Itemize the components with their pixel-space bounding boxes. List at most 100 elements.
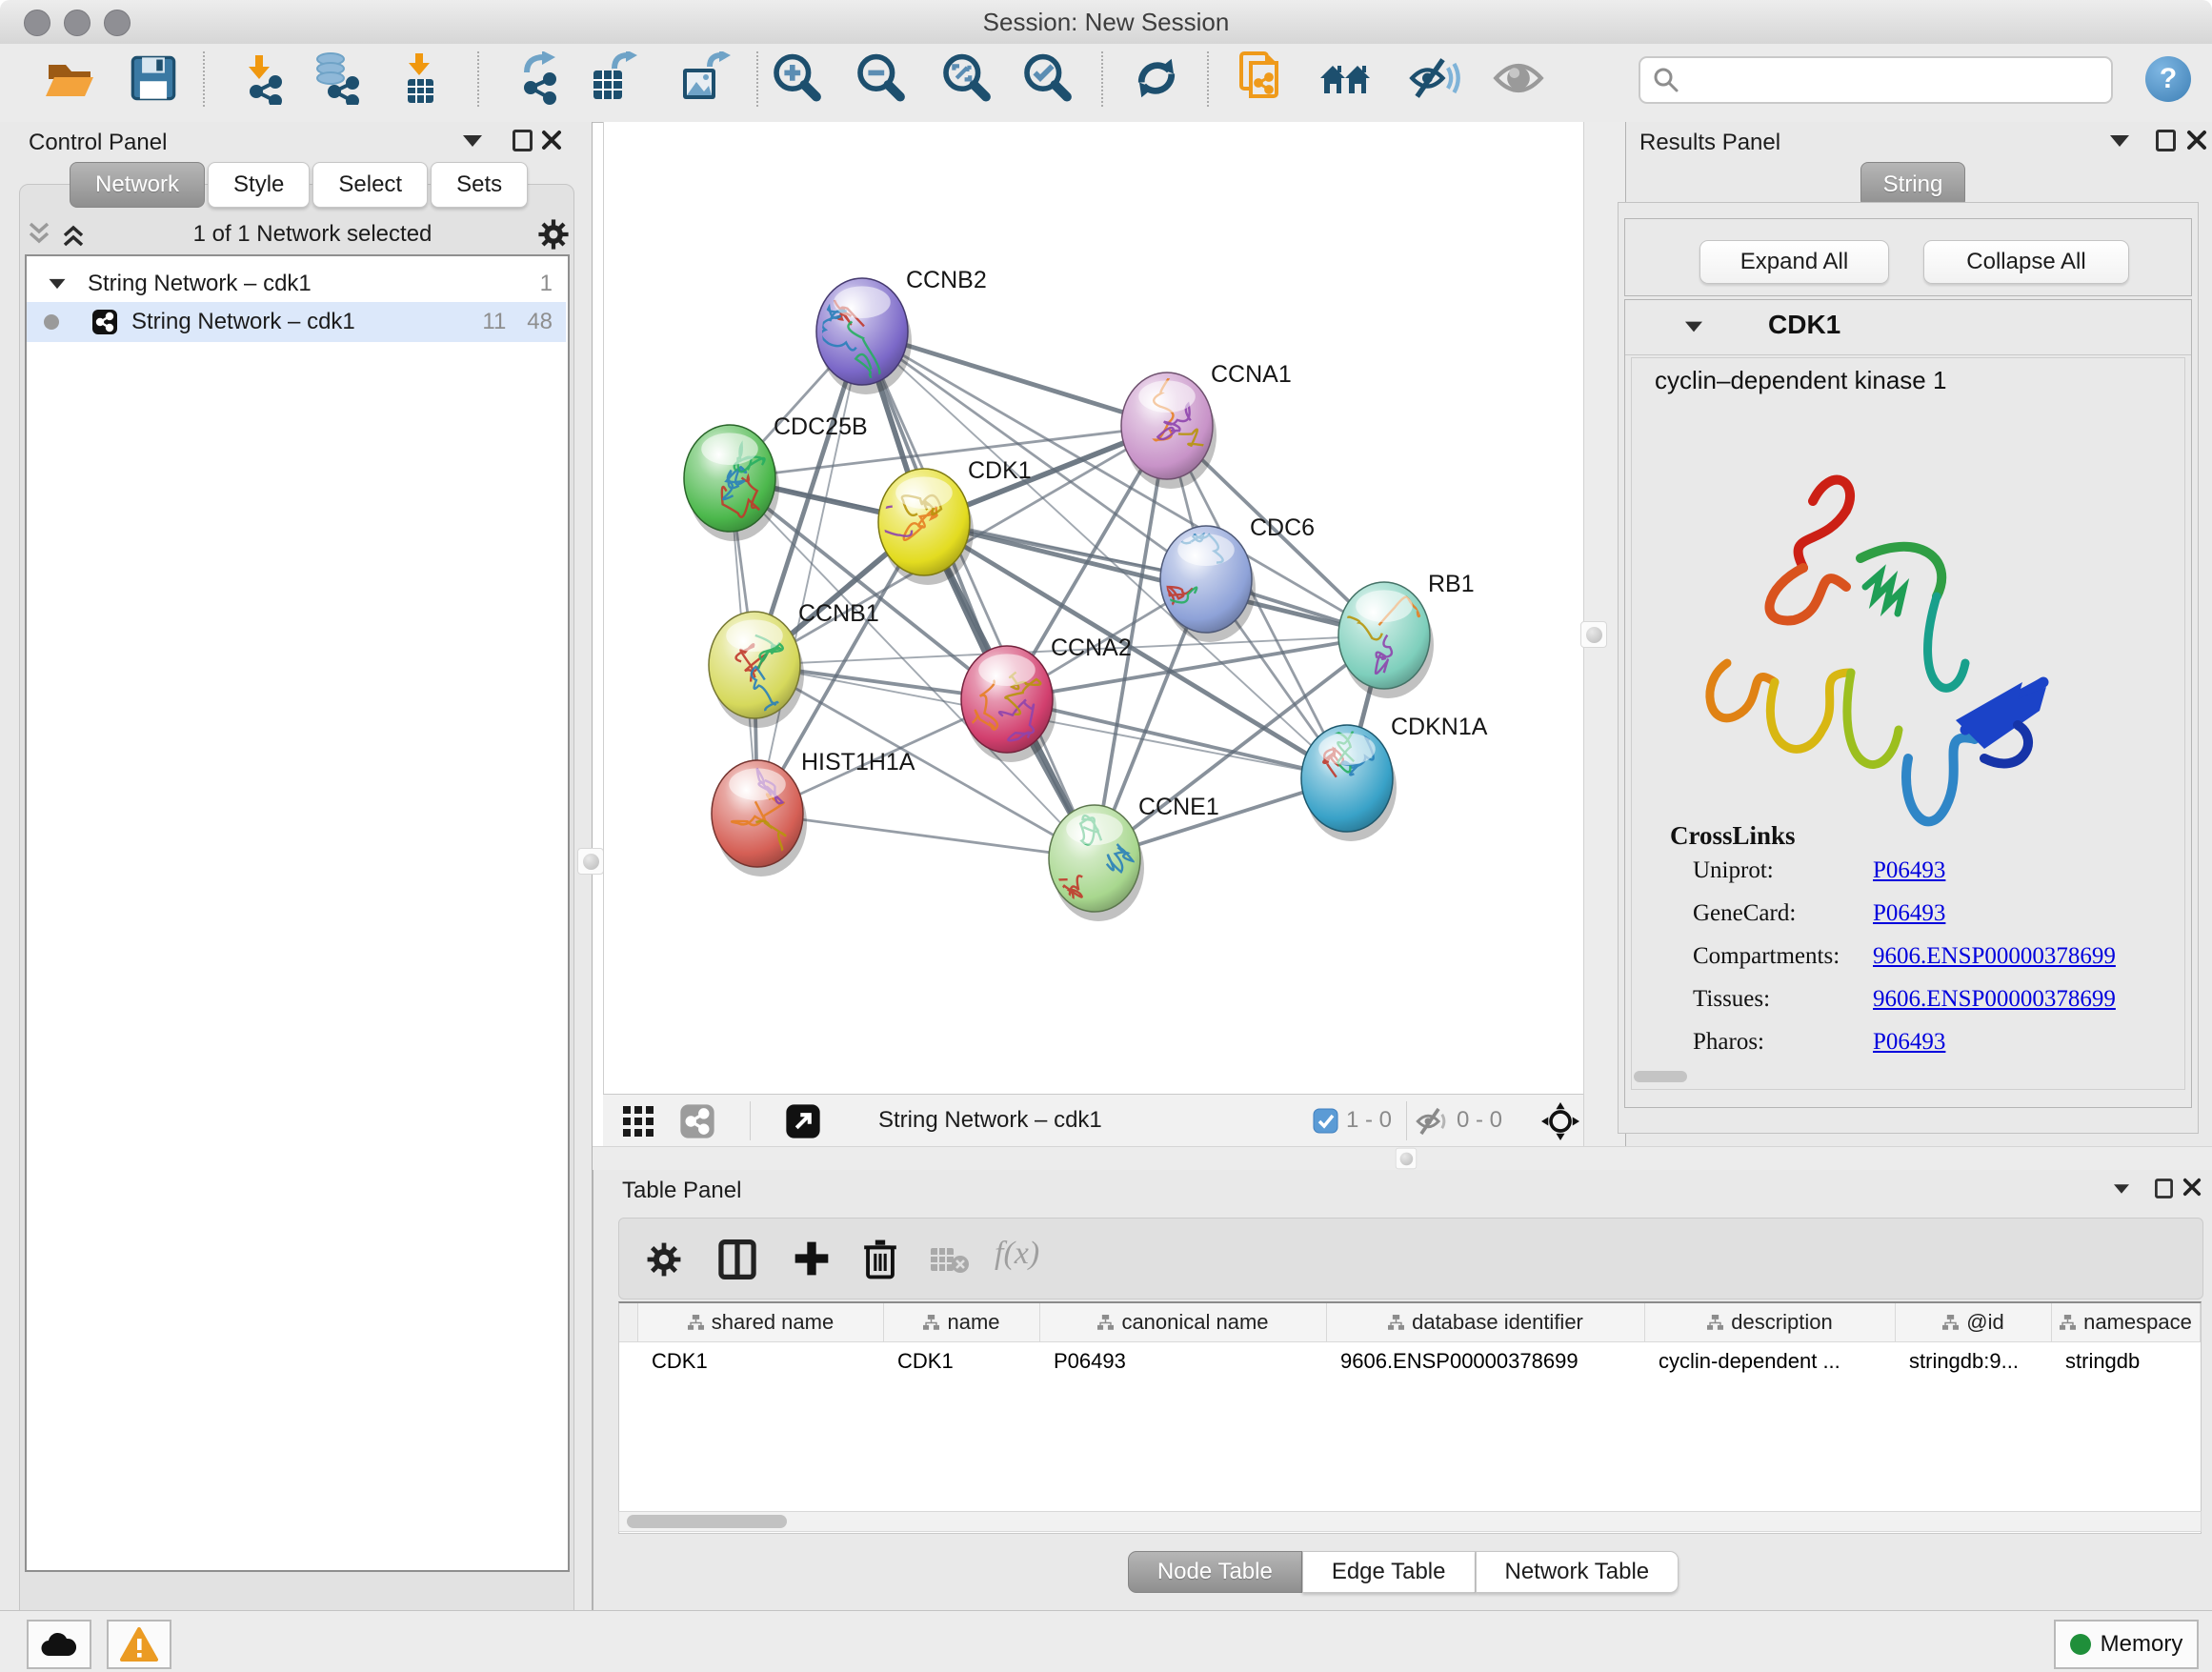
table-hscrollbar[interactable] [618,1511,2202,1532]
add-icon[interactable] [793,1239,831,1278]
panel-close-icon[interactable] [541,130,562,151]
tab-select[interactable]: Select [312,162,428,208]
column-header-shared-name[interactable]: shared name [638,1303,884,1341]
open-in-window-icon[interactable] [785,1103,821,1139]
column-header-canonical-name[interactable]: canonical name [1040,1303,1327,1341]
panel-menu-icon[interactable] [2110,135,2129,147]
tab-string[interactable]: String [1860,162,1965,208]
hide-selected-button[interactable] [1408,49,1463,108]
open-session-button[interactable] [42,49,97,108]
network-node-CDC6[interactable] [1148,526,1256,642]
network-edge[interactable] [924,522,1384,635]
memory-button[interactable]: Memory [2054,1620,2199,1669]
warnings-button[interactable] [107,1620,171,1669]
table-cell[interactable]: stringdb:9... [1896,1341,2052,1381]
column-header--id[interactable]: @id [1896,1303,2052,1341]
string-view-icon[interactable] [679,1103,715,1139]
network-row-selected[interactable]: String Network – cdk1 11 48 [27,302,566,342]
panel-menu-icon[interactable] [2114,1184,2129,1194]
trash-icon[interactable] [861,1238,899,1279]
network-node-CDC25B[interactable] [684,425,779,541]
bottom-splitter-handle[interactable] [1396,1148,1417,1169]
network-node-CCNA2[interactable] [961,646,1056,762]
network-node-CCNB2[interactable] [816,278,912,394]
table-cell[interactable]: P06493 [1040,1341,1327,1381]
panel-menu-icon[interactable] [463,135,482,147]
import-table-button[interactable] [393,49,449,108]
main-toolbar: ? [0,44,2212,123]
network-edge[interactable] [757,814,1095,858]
expand-all-button[interactable]: Expand All [1699,240,1889,284]
network-node-CCNB1[interactable] [709,612,804,728]
right-splitter-handle[interactable] [1580,621,1607,648]
clone-network-button[interactable] [1237,49,1292,108]
crosslink-uniprot-link[interactable]: P06493 [1873,857,1945,884]
network-node-RB1[interactable] [1317,582,1442,698]
collapse-all-icon[interactable] [25,220,53,249]
zoom-selected-button[interactable] [1019,49,1075,108]
network-edge[interactable] [862,332,1095,858]
gene-collapse-icon[interactable] [1685,322,1702,332]
tab-network[interactable]: Network [70,162,205,208]
gear-icon[interactable] [537,218,570,251]
zoom-fit-button[interactable] [938,49,994,108]
network-node-HIST1H1A[interactable] [712,760,807,881]
import-network-database-button[interactable] [309,49,364,108]
panel-float-icon[interactable] [2156,130,2176,151]
first-neighbors-button[interactable] [1318,49,1374,108]
node-table[interactable]: shared namenamecanonical namedatabase id… [618,1301,2202,1534]
selected-checkbox-icon[interactable] [1313,1108,1338,1134]
zoom-out-button[interactable] [853,49,908,108]
table-cell[interactable]: cyclin-dependent ... [1645,1341,1896,1381]
column-header-description[interactable]: description [1645,1303,1896,1341]
table-cell[interactable]: CDK1 [884,1341,1040,1381]
column-header-database-identifier[interactable]: database identifier [1327,1303,1645,1341]
tree-expand-icon[interactable] [50,279,66,289]
panel-float-icon[interactable] [513,130,533,151]
network-collection-row[interactable]: String Network – cdk1 1 [27,264,566,304]
fit-position-icon[interactable] [1541,1102,1579,1140]
tab-sets[interactable]: Sets [431,162,528,208]
panel-close-icon[interactable] [2186,130,2207,151]
panel-float-icon[interactable] [2155,1178,2173,1199]
table-hscroll-thumb[interactable] [627,1515,787,1528]
export-table-button[interactable] [585,49,640,108]
network-edge[interactable] [1007,699,1347,778]
table-cell[interactable]: CDK1 [638,1341,884,1381]
search-input[interactable] [1688,60,2111,100]
show-all-button[interactable] [1491,49,1546,108]
collapse-all-button[interactable]: Collapse All [1923,240,2129,284]
results-hscroll-thumb[interactable] [1634,1071,1687,1082]
crosslink-pharos-link[interactable]: P06493 [1873,1029,1945,1056]
column-header-name[interactable]: name [884,1303,1040,1341]
gear-icon[interactable] [646,1241,682,1278]
crosslink-compartments-link[interactable]: 9606.ENSP00000378699 [1873,943,2116,970]
network-node-CDK1[interactable] [864,469,974,585]
expand-all-icon[interactable] [59,220,88,249]
horizontal-splitter[interactable] [593,1146,2212,1171]
refresh-button[interactable] [1129,49,1184,108]
search-field[interactable] [1639,56,2113,104]
panel-close-icon[interactable] [2182,1178,2202,1197]
save-session-button[interactable] [126,49,181,108]
crosslink-tissues-link[interactable]: 9606.ENSP00000378699 [1873,986,2116,1013]
tab-edge-table[interactable]: Edge Table [1302,1551,1476,1593]
tab-style[interactable]: Style [208,162,310,208]
table-cell[interactable]: stringdb [2052,1341,2201,1381]
export-network-button[interactable] [513,49,568,108]
column-header-namespace[interactable]: namespace [2052,1303,2201,1341]
cloud-status-button[interactable] [27,1620,91,1669]
import-network-file-button[interactable] [233,49,289,108]
network-canvas[interactable]: CCNB2CCNA1CDC25BCDK1CDC6RB1CCNB1CCNA2CDK… [603,122,1584,1094]
left-splitter-handle[interactable] [577,848,604,875]
export-image-button[interactable] [676,49,732,108]
show-columns-icon[interactable] [718,1239,756,1279]
zoom-in-button[interactable] [769,49,824,108]
tab-node-table[interactable]: Node Table [1128,1551,1302,1593]
birds-eye-view-icon[interactable] [622,1105,654,1138]
help-button[interactable]: ? [2145,56,2191,102]
network-node-CCNE1[interactable] [1049,805,1144,921]
crosslink-genecard-link[interactable]: P06493 [1873,900,1945,927]
table-cell[interactable]: 9606.ENSP00000378699 [1327,1341,1645,1381]
tab-network-table[interactable]: Network Table [1476,1551,1679,1593]
